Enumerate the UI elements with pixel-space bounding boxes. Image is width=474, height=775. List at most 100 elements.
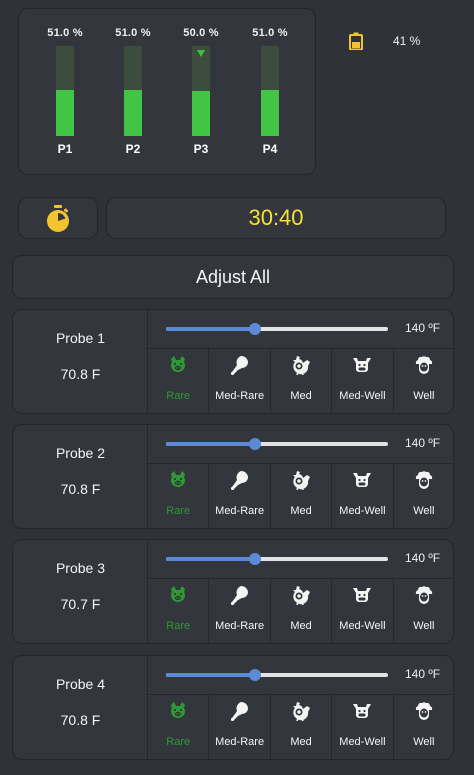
doneness-label: Med-Rare: [215, 620, 265, 632]
probe-percent: 51.0 %: [115, 27, 151, 39]
slider-thumb[interactable]: [248, 669, 261, 681]
probe-info: Probe 4 70.8 F: [13, 656, 148, 759]
probe-level-fill: [192, 91, 210, 136]
doneness-option-rare[interactable]: Rare: [148, 349, 210, 413]
target-temp-slider[interactable]: [166, 438, 388, 450]
doneness-option-med-well[interactable]: Med-Well: [332, 579, 394, 643]
doneness-option-med[interactable]: Med: [271, 349, 333, 413]
adjust-all-button[interactable]: Adjust All: [12, 255, 454, 299]
doneness-option-med-rare[interactable]: Med-Rare: [209, 464, 271, 528]
drumstick-icon: [230, 355, 250, 376]
probe-title: Probe 2: [55, 445, 106, 461]
timer-display: 30:40: [106, 197, 446, 239]
target-temp-value: 140 ºF: [405, 321, 441, 335]
timer-button[interactable]: [18, 197, 98, 239]
doneness-label: Med-Rare: [215, 390, 265, 402]
target-temp-slider[interactable]: [166, 669, 388, 681]
probe-name: P4: [262, 142, 278, 156]
battery-icon: [349, 32, 363, 50]
cow-icon: [352, 585, 372, 605]
probe-temperature: 70.8 F: [60, 366, 101, 382]
doneness-option-med[interactable]: Med: [271, 695, 333, 759]
doneness-option-well[interactable]: Well: [394, 695, 454, 759]
doneness-label: Well: [413, 736, 435, 748]
doneness-label: Med-Rare: [215, 505, 265, 517]
doneness-label: Well: [413, 390, 435, 402]
target-temp-value: 140 ºF: [405, 667, 441, 681]
probe-temperature: 70.7 F: [60, 596, 101, 612]
doneness-option-med-well[interactable]: Med-Well: [332, 695, 394, 759]
doneness-option-rare[interactable]: Rare: [148, 464, 210, 528]
drumstick-icon: [230, 701, 250, 722]
pig-icon: [168, 585, 188, 605]
probe-title: Probe 4: [55, 676, 106, 692]
probe-level-bar: [56, 46, 74, 136]
probe-row: Probe 4 70.8 F 140 ºF Rare Med-Rare Med Me…: [12, 655, 454, 760]
stopwatch-icon: [47, 205, 69, 232]
chicken-icon: [291, 585, 311, 606]
doneness-label: Rare: [166, 505, 191, 517]
doneness-option-rare[interactable]: Rare: [148, 695, 210, 759]
sheep-icon: [414, 470, 434, 490]
probe-percent: 51.0 %: [252, 27, 288, 39]
slider-fill: [166, 442, 255, 446]
probe-row: Probe 2 70.8 F 140 ºF Rare Med-Rare Med Me…: [12, 424, 454, 529]
probe-name: P1: [57, 142, 73, 156]
probe-level-p2: 51.0 % P2: [108, 9, 158, 176]
doneness-option-med-rare[interactable]: Med-Rare: [209, 579, 271, 643]
target-temp-slider[interactable]: [166, 553, 388, 565]
doneness-option-med-rare[interactable]: Med-Rare: [209, 349, 271, 413]
doneness-option-well[interactable]: Well: [394, 349, 454, 413]
doneness-label: Med: [290, 620, 312, 632]
probe-level-p3: 50.0 % P3: [176, 9, 226, 176]
doneness-label: Well: [413, 620, 435, 632]
slider-thumb[interactable]: [248, 553, 261, 565]
slider-fill: [166, 673, 255, 677]
probe-info: Probe 2 70.8 F: [13, 425, 148, 528]
doneness-label: Med-Rare: [215, 736, 265, 748]
pig-icon: [168, 701, 188, 721]
sheep-icon: [414, 701, 434, 721]
probe-level-bar: [192, 46, 210, 136]
chicken-icon: [291, 701, 311, 722]
doneness-option-med-well[interactable]: Med-Well: [332, 464, 394, 528]
probe-info: Probe 3 70.7 F: [13, 540, 148, 643]
pig-icon: [168, 355, 188, 375]
doneness-option-med[interactable]: Med: [271, 464, 333, 528]
sheep-icon: [414, 585, 434, 605]
probe-name: P3: [193, 142, 209, 156]
target-temp-slider[interactable]: [166, 323, 388, 335]
drumstick-icon: [230, 470, 250, 491]
probe-title: Probe 3: [55, 560, 106, 576]
doneness-label: Rare: [166, 390, 191, 402]
chicken-icon: [291, 355, 311, 376]
battery-percent: 41 %: [393, 34, 421, 48]
probe-percent: 51.0 %: [47, 27, 83, 39]
cow-icon: [352, 701, 372, 721]
probe-levels-card: 51.0 % P1 51.0 % P2 50.0 % P3 51.0 % P4: [18, 8, 316, 175]
probe-level-bar: [124, 46, 142, 136]
doneness-selector: Rare Med-Rare Med Med-Well Well: [148, 463, 454, 528]
probe-marker-icon: [197, 50, 205, 57]
doneness-label: Med-Well: [339, 736, 386, 748]
doneness-selector: Rare Med-Rare Med Med-Well Well: [148, 578, 454, 643]
doneness-option-med[interactable]: Med: [271, 579, 333, 643]
doneness-option-rare[interactable]: Rare: [148, 579, 210, 643]
doneness-label: Med: [290, 736, 312, 748]
doneness-option-well[interactable]: Well: [394, 464, 454, 528]
cow-icon: [352, 355, 372, 375]
probe-name: P2: [125, 142, 141, 156]
probe-level-p1: 51.0 % P1: [40, 9, 90, 176]
doneness-option-med-rare[interactable]: Med-Rare: [209, 695, 271, 759]
probe-info: Probe 1 70.8 F: [13, 310, 148, 413]
doneness-label: Med-Well: [339, 390, 386, 402]
slider-fill: [166, 557, 255, 561]
drumstick-icon: [230, 585, 250, 606]
slider-thumb[interactable]: [248, 438, 261, 450]
chicken-icon: [291, 470, 311, 491]
doneness-option-well[interactable]: Well: [394, 579, 454, 643]
doneness-option-med-well[interactable]: Med-Well: [332, 349, 394, 413]
doneness-label: Med-Well: [339, 505, 386, 517]
slider-thumb[interactable]: [248, 323, 261, 335]
target-temp-value: 140 ºF: [405, 551, 441, 565]
